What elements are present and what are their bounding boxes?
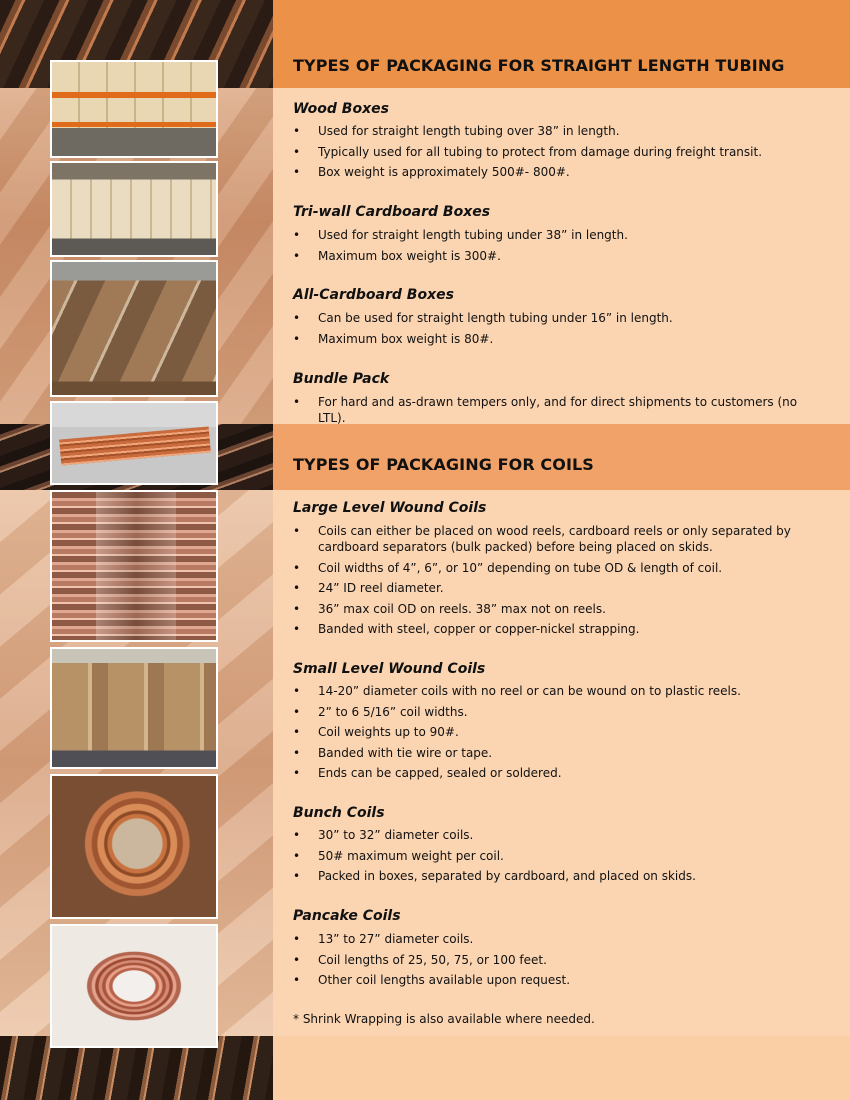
large-level-wound-coils-photo — [50, 490, 218, 642]
subsection-title: Bundle Pack — [293, 371, 390, 387]
subsection-title: Bunch Coils — [293, 805, 385, 821]
list-item: Coils can either be placed on wood reels… — [293, 523, 813, 555]
list-item: 30” to 32” diameter coils. — [293, 827, 813, 843]
subsection-title: Small Level Wound Coils — [293, 661, 486, 677]
bullet-list: Used for straight length tubing under 38… — [293, 227, 813, 268]
subsection-title: Tri-wall Cardboard Boxes — [293, 204, 491, 220]
list-item: 36” max coil OD on reels. 38” max not on… — [293, 601, 813, 617]
list-item: Coil lengths of 25, 50, 75, or 100 feet. — [293, 952, 813, 968]
subsection-title: Large Level Wound Coils — [293, 500, 487, 516]
wood-boxes-photo — [50, 60, 218, 158]
bullet-list: Used for straight length tubing over 38”… — [293, 123, 813, 185]
section-title: TYPES OF PACKAGING FOR STRAIGHT LENGTH T… — [293, 56, 785, 75]
list-item: Maximum box weight is 80#. — [293, 331, 813, 347]
bullet-list: Coils can either be placed on wood reels… — [293, 523, 813, 642]
list-item: Packed in boxes, separated by cardboard,… — [293, 868, 813, 884]
list-item: Maximum box weight is 300#. — [293, 248, 813, 264]
list-item: Coil widths of 4”, 6”, or 10” depending … — [293, 560, 813, 576]
list-item: 2” to 6 5/16” coil widths. — [293, 704, 813, 720]
bullet-list: Can be used for straight length tubing u… — [293, 310, 813, 351]
subsection-title: Pancake Coils — [293, 908, 401, 924]
list-item: Typically used for all tubing to protect… — [293, 144, 813, 160]
list-item: Other coil lengths available upon reques… — [293, 972, 813, 988]
list-item: Banded with tie wire or tape. — [293, 745, 813, 761]
list-item: Coil weights up to 90#. — [293, 724, 813, 740]
bullet-list: 30” to 32” diameter coils. 50# maximum w… — [293, 827, 813, 889]
list-item: Banded with steel, copper or copper-nick… — [293, 621, 813, 637]
bullet-list: 13” to 27” diameter coils. Coil lengths … — [293, 931, 813, 993]
list-item: 14-20” diameter coils with no reel or ca… — [293, 683, 813, 699]
list-item: Used for straight length tubing over 38”… — [293, 123, 813, 139]
list-item: 13” to 27” diameter coils. — [293, 931, 813, 947]
bullet-list: 14-20” diameter coils with no reel or ca… — [293, 683, 813, 786]
list-item: Box weight is approximately 500#- 800#. — [293, 164, 813, 180]
footnote: * Shrink Wrapping is also available wher… — [293, 1012, 595, 1026]
small-level-wound-coils-photo — [50, 647, 218, 769]
bunch-coil-photo — [50, 774, 218, 919]
bullet-list: For hard and as-drawn tempers only, and … — [293, 394, 813, 431]
pancake-coil-photo — [50, 924, 218, 1048]
bundle-pack-photo — [50, 401, 218, 485]
list-item: 50# maximum weight per coil. — [293, 848, 813, 864]
footer-band — [273, 1036, 850, 1100]
list-item: For hard and as-drawn tempers only, and … — [293, 394, 813, 426]
subsection-title: All-Cardboard Boxes — [293, 287, 454, 303]
list-item: 24” ID reel diameter. — [293, 580, 813, 596]
cardboard-boxes-photo — [50, 260, 218, 397]
list-item: Can be used for straight length tubing u… — [293, 310, 813, 326]
list-item: Ends can be capped, sealed or soldered. — [293, 765, 813, 781]
list-item: Used for straight length tubing under 38… — [293, 227, 813, 243]
section-title: TYPES OF PACKAGING FOR COILS — [293, 455, 594, 474]
tri-wall-boxes-photo — [50, 161, 218, 257]
subsection-title: Wood Boxes — [293, 101, 389, 117]
